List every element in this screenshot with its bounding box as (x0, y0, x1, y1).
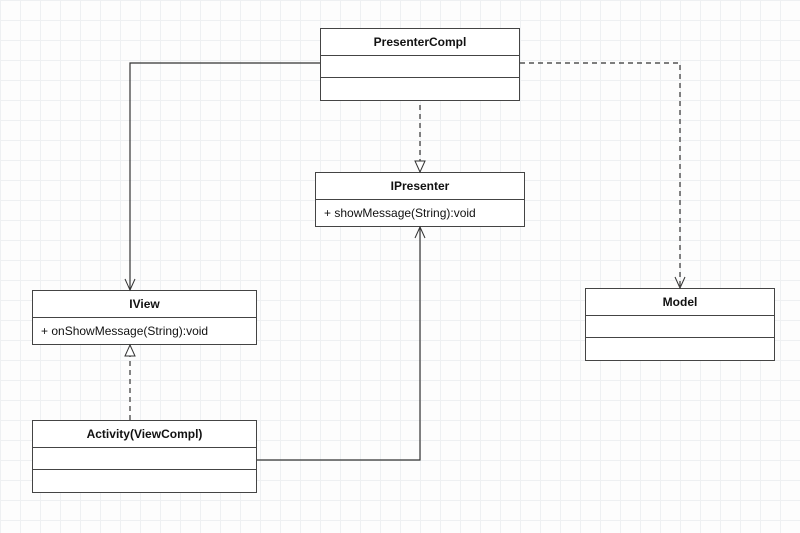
class-title: IView (33, 291, 256, 318)
class-attributes (321, 56, 519, 78)
class-activity: Activity(ViewCompl) (32, 420, 257, 493)
class-title: PresenterCompl (321, 29, 519, 56)
class-iview: IView + onShowMessage(String):void (32, 290, 257, 345)
class-operations: + showMessage(String):void (316, 200, 524, 226)
edge-presentercompl-to-model (520, 63, 680, 288)
class-operations (321, 78, 519, 100)
diagram-canvas: PresenterCompl IPresenter + showMessage(… (0, 0, 800, 533)
operation: + showMessage(String):void (324, 206, 476, 220)
class-ipresenter: IPresenter + showMessage(String):void (315, 172, 525, 227)
class-presenter-compl: PresenterCompl (320, 28, 520, 101)
class-model: Model (585, 288, 775, 361)
class-operations (33, 470, 256, 492)
edge-activity-to-ipresenter (257, 227, 420, 460)
operation: + onShowMessage(String):void (41, 324, 208, 338)
class-title: Model (586, 289, 774, 316)
edge-presentercompl-to-iview (130, 63, 320, 290)
class-title: Activity(ViewCompl) (33, 421, 256, 448)
class-operations: + onShowMessage(String):void (33, 318, 256, 344)
class-attributes (33, 448, 256, 470)
class-title: IPresenter (316, 173, 524, 200)
class-attributes (586, 316, 774, 338)
class-operations (586, 338, 774, 360)
